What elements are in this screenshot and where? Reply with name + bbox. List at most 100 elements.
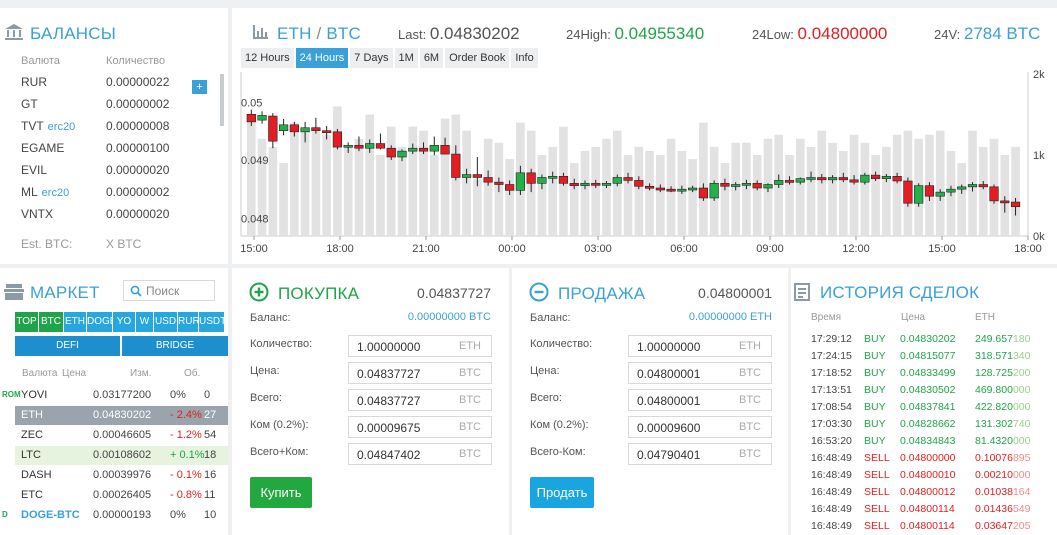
candle-body[interactable] (838, 177, 848, 181)
add-balance-button[interactable]: + (192, 80, 207, 94)
candle-body[interactable] (967, 184, 978, 188)
candle-body[interactable] (278, 124, 289, 131)
market-tab[interactable]: BTC (39, 312, 63, 332)
candle-body[interactable] (268, 115, 278, 142)
candle-body[interactable] (332, 131, 343, 148)
chart-tab[interactable]: 24 Hours (295, 48, 349, 68)
market-tab[interactable]: DOGE (87, 312, 112, 332)
candle-body[interactable] (989, 186, 999, 202)
candle-body[interactable] (558, 176, 569, 184)
candle-body[interactable] (257, 115, 267, 121)
candle-body[interactable] (386, 147, 396, 158)
market-tab[interactable]: USD (154, 312, 177, 332)
candle-body[interactable] (892, 176, 902, 182)
candle-body[interactable] (601, 183, 612, 186)
candle-body[interactable] (354, 144, 364, 149)
candle-body[interactable] (795, 178, 805, 183)
candle-body[interactable] (752, 183, 762, 189)
chart-tab[interactable]: 1M (394, 48, 418, 68)
candle-body[interactable] (774, 180, 784, 185)
buy-field-input[interactable]: 1.00000000 ETH (348, 335, 492, 357)
candle-body[interactable] (849, 179, 859, 183)
market-tab[interactable]: RUR (178, 312, 198, 332)
candle-body[interactable] (397, 150, 407, 158)
candle-body[interactable] (300, 127, 310, 133)
buy-button[interactable]: Купить (250, 477, 312, 508)
candle-body[interactable] (289, 124, 299, 133)
candle-body[interactable] (1000, 200, 1010, 204)
market-row[interactable]: D DOGE-BTC 0.00000193 0% 10 (2, 506, 228, 525)
candle-body[interactable] (709, 183, 719, 199)
buy-field-input[interactable]: 0.04837727 BTC (348, 362, 492, 384)
candle-body[interactable] (569, 183, 579, 186)
candle-body[interactable] (548, 176, 558, 179)
candle-body[interactable] (806, 177, 816, 180)
market-tab[interactable]: W (136, 312, 153, 332)
candle-body[interactable] (612, 177, 622, 184)
buy-field-input[interactable]: 0.04847402 BTC (348, 443, 492, 465)
market-row[interactable]: ZEC 0.00046605 - 1.2% 54 (15, 426, 228, 445)
candle-body[interactable] (741, 183, 752, 186)
chart-tab[interactable]: 7 Days (350, 48, 393, 68)
candle-body[interactable] (655, 187, 665, 191)
candle-body[interactable] (343, 144, 353, 148)
buy-field-input[interactable]: 0.04837727 BTC (348, 389, 492, 411)
candle-body[interactable] (418, 147, 429, 152)
candle-body[interactable] (591, 183, 601, 186)
subtab-defi[interactable]: DEFI (15, 336, 120, 356)
chart-tab[interactable]: 12 Hours (241, 48, 294, 68)
candle-body[interactable] (311, 127, 321, 131)
candle-body[interactable] (935, 191, 945, 197)
candle-body[interactable] (1010, 201, 1021, 208)
candle-body[interactable] (946, 188, 956, 193)
candle-body[interactable] (731, 184, 741, 187)
candle-body[interactable] (860, 174, 870, 183)
candle-body[interactable] (580, 183, 590, 186)
candle-body[interactable] (634, 180, 644, 187)
candle-body[interactable] (472, 174, 482, 178)
candle-body[interactable] (881, 176, 891, 179)
market-search[interactable]: Поиск (123, 280, 215, 301)
candle-body[interactable] (688, 187, 698, 191)
balances-scrollbar[interactable] (220, 74, 224, 126)
candle-body[interactable] (763, 184, 773, 189)
price-chart[interactable]: 0.05 0.049 0.048 2k 1k 0k 15:00 18:00 21:00 00:00… (232, 70, 1057, 264)
candle-body[interactable] (515, 172, 526, 191)
candle-body[interactable] (677, 188, 687, 192)
candle-body[interactable] (903, 180, 913, 204)
candle-body[interactable] (698, 187, 708, 199)
sell-field-input[interactable]: 0.04800001 BTC (628, 362, 772, 384)
market-tab[interactable]: ETH (64, 312, 86, 332)
candle-body[interactable] (461, 174, 472, 178)
candle-body[interactable] (451, 153, 461, 178)
candle-body[interactable] (623, 177, 633, 181)
market-tab[interactable]: USDT (199, 312, 224, 332)
candle-body[interactable] (666, 188, 676, 192)
subtab-bridge[interactable]: BRIDGE (122, 336, 228, 356)
sell-field-input[interactable]: 0.00009600 BTC (628, 416, 772, 438)
market-row[interactable]: ETH 0.04830202 - 2.4% 27 (15, 406, 228, 425)
market-tab[interactable]: TOP (15, 312, 38, 332)
candle-body[interactable] (871, 174, 881, 179)
candle-body[interactable] (526, 172, 536, 184)
market-row[interactable]: ETC 0.00026405 - 0.8% 11 (15, 486, 228, 505)
candle-body[interactable] (322, 130, 332, 133)
chart-tab[interactable]: 6M (419, 48, 444, 68)
candle-body[interactable] (914, 185, 924, 204)
candle-body[interactable] (408, 147, 418, 152)
candle-body[interactable] (494, 181, 504, 185)
candle-body[interactable] (246, 113, 256, 123)
candle-body[interactable] (817, 177, 827, 181)
market-tab[interactable]: YO (113, 312, 135, 332)
sell-field-input[interactable]: 0.04800001 BTC (628, 389, 772, 411)
candle-body[interactable] (375, 143, 386, 149)
market-row[interactable]: ROM YOVI 0.03177200 0% 0 (2, 386, 228, 405)
candle-body[interactable] (644, 185, 655, 189)
candle-body[interactable] (440, 144, 450, 155)
sell-button[interactable]: Продать (530, 477, 594, 508)
chart-tab[interactable]: Info (511, 48, 538, 68)
candle-body[interactable] (924, 185, 935, 197)
market-row[interactable]: LTC 0.00108602 + 0.1% 18 (15, 446, 228, 465)
candle-body[interactable] (537, 177, 547, 184)
candle-body[interactable] (365, 143, 375, 149)
